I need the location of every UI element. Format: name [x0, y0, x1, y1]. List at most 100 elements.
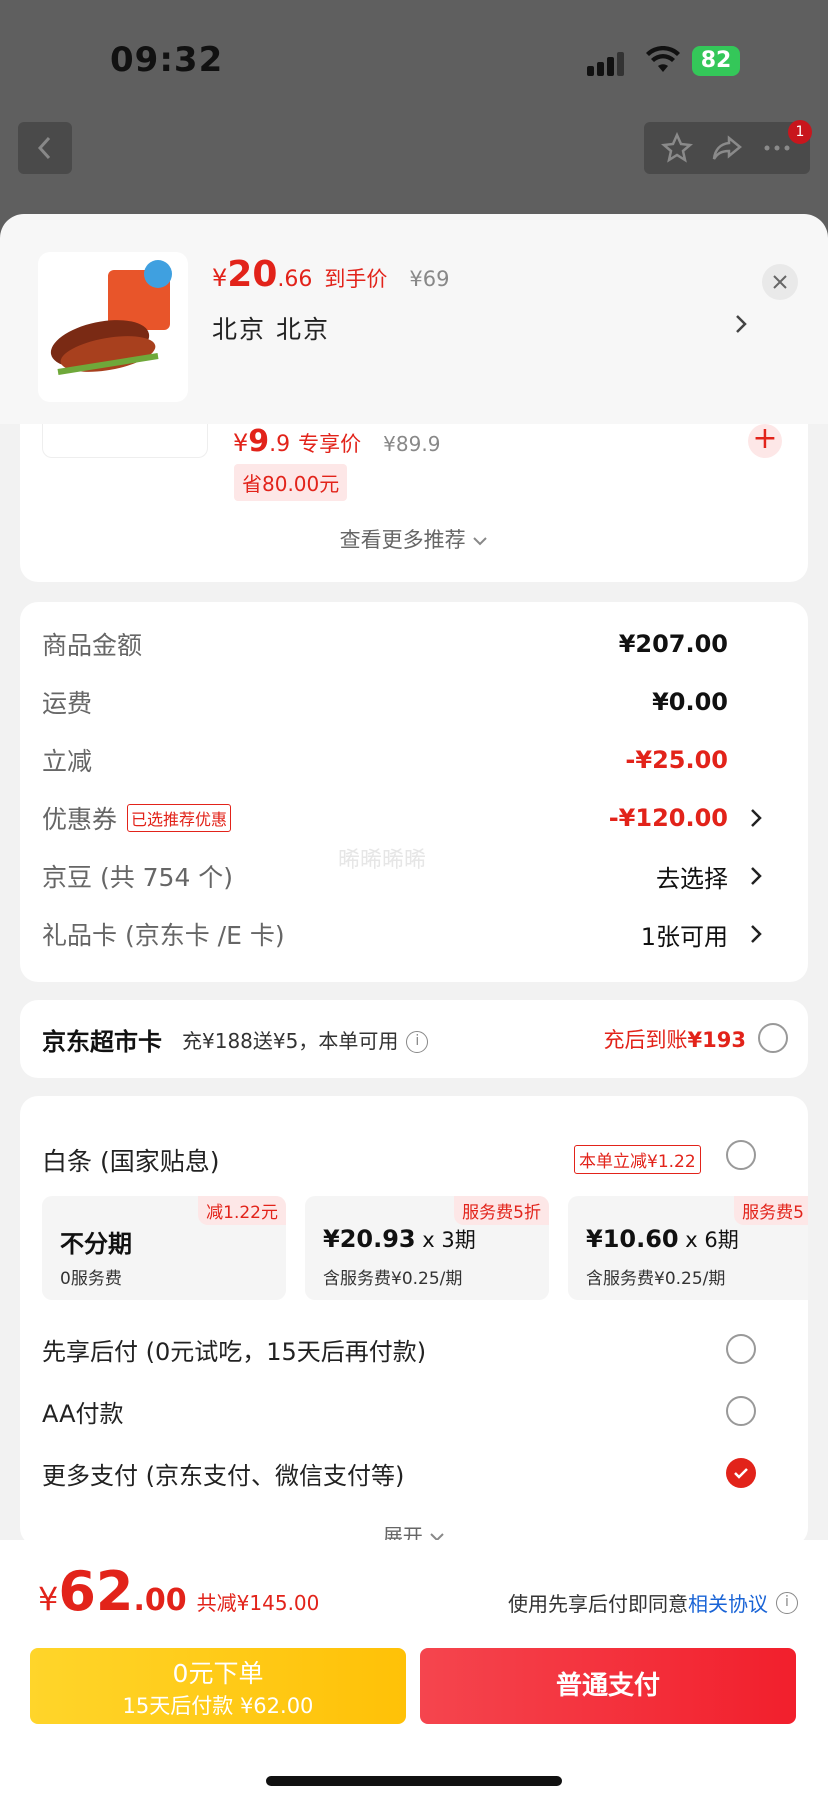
pay-later-button-title: 0元下单	[172, 1659, 264, 1688]
jingdou-label: 京豆 (共 754 个)	[42, 863, 234, 892]
supermarket-desc: 充¥188送¥5，本单可用 i	[182, 1025, 429, 1054]
payment-card: 白条 (国家贴息) 本单立减¥1.22 减1.22元 不分期 0服务费 服务费5…	[20, 1096, 808, 1546]
baitiao-radio[interactable]	[726, 1140, 756, 1170]
coupon-tag: 已选推荐优惠	[127, 804, 232, 832]
aa-pay-option[interactable]: AA付款	[42, 1394, 124, 1429]
plan-tag: 服务费5折	[454, 1196, 549, 1225]
supermarket-radio[interactable]	[758, 1023, 788, 1053]
recommend-price-dec: .9	[269, 432, 291, 457]
close-icon	[773, 275, 787, 289]
chevron-down-icon	[473, 537, 488, 546]
recommend-card: ¥ 9 .9 专享价 ¥89.9 省80.00元 + 查看更多推荐	[20, 414, 808, 582]
add-to-order-button[interactable]: +	[748, 424, 782, 458]
discount-label: 立减	[42, 747, 93, 776]
supermarket-desc-text: 充¥188送¥5，本单可用	[182, 1028, 399, 1053]
supermarket-amount-prefix: 充后到账	[603, 1028, 688, 1052]
watermark: 晞晞晞晞	[338, 848, 427, 873]
plan-tag: 减1.22元	[198, 1196, 286, 1225]
totals-row-giftcard[interactable]: 礼品卡 (京东卡 /E 卡) 1张可用	[42, 914, 786, 954]
product-price-dec: .66	[277, 267, 313, 292]
chevron-right-icon[interactable]	[733, 312, 749, 336]
goods-amount-value: ¥207.00	[618, 630, 728, 658]
home-indicator	[266, 1776, 562, 1786]
supermarket-card: 京东超市卡 充¥188送¥5，本单可用 i 充后到账¥193	[20, 1000, 808, 1078]
share-icon[interactable]	[711, 132, 743, 164]
shipping-label: 运费	[42, 689, 93, 718]
product-image	[50, 260, 172, 375]
supermarket-title: 京东超市卡	[42, 1027, 162, 1056]
total-dec: .00	[133, 1583, 187, 1618]
checkout-bar: ¥ 62 .00 共减¥145.00 使用先享后付即同意 相关协议 i 0元下单…	[0, 1540, 828, 1800]
delivery-location[interactable]: 北京 北京	[212, 310, 330, 346]
plan-main: ¥20.93 x 3期	[323, 1224, 476, 1254]
pay-later-option[interactable]: 先享后付 (0元试吃，15天后再付款)	[42, 1332, 426, 1367]
agreement-text: 使用先享后付即同意	[508, 1592, 688, 1616]
plan-amount: ¥20.93	[323, 1225, 416, 1253]
plan-main: ¥10.60 x 6期	[586, 1224, 739, 1254]
baitiao-badge: 本单立减¥1.22	[574, 1145, 701, 1174]
aa-pay-radio[interactable]	[726, 1396, 756, 1426]
agreement: 使用先享后付即同意 相关协议 i	[508, 1588, 798, 1617]
goods-amount-label: 商品金额	[42, 631, 143, 660]
check-icon	[734, 1468, 748, 1479]
plan-sub: 含服务费¥0.25/期	[586, 1269, 726, 1289]
plan-option[interactable]: 服务费5折 ¥20.93 x 3期 含服务费¥0.25/期	[305, 1196, 549, 1300]
notification-badge: 1	[788, 120, 812, 144]
view-more-label: 查看更多推荐	[339, 528, 466, 552]
total-saved: 共减¥145.00	[196, 1591, 320, 1615]
totals-row-coupon[interactable]: 优惠券 已选推荐优惠 -¥120.00	[42, 798, 786, 838]
currency-symbol: ¥	[212, 264, 228, 292]
recommend-price-int: 9	[248, 424, 270, 459]
order-totals-card: 商品金额 ¥207.00 运费 ¥0.00 立减 -¥25.00 优惠券 已选推…	[20, 602, 808, 982]
coupon-value: -¥120.00	[608, 804, 728, 832]
info-icon[interactable]: i	[406, 1031, 429, 1053]
giftcard-label: 礼品卡 (京东卡 /E 卡)	[42, 921, 285, 950]
plan-multiplier: x 3期	[415, 1228, 476, 1252]
plan-option[interactable]: 服务费5 ¥10.60 x 6期 含服务费¥0.25/期	[568, 1196, 808, 1300]
more-pay-checked[interactable]	[726, 1458, 756, 1488]
baitiao-label[interactable]: 白条 (国家贴息)	[42, 1142, 219, 1178]
supermarket-amount: 充后到账¥193	[604, 1024, 746, 1054]
product-thumbnail	[38, 252, 188, 402]
product-sheet: ¥ 20 .66 到手价 ¥69 北京 北京	[0, 214, 828, 424]
recommend-price-tag: 专享价	[298, 432, 362, 456]
wifi-icon	[646, 46, 680, 72]
pay-later-button-sub: 15天后付款 ¥62.00	[122, 1694, 314, 1718]
signal-icon	[587, 50, 631, 76]
totals-row-goods: 商品金额 ¥207.00	[42, 624, 786, 664]
more-pay-option[interactable]: 更多支付 (京东支付、微信支付等)	[42, 1456, 404, 1491]
installment-plans: 减1.22元 不分期 0服务费 服务费5折 ¥20.93 x 3期 含服务费¥0…	[42, 1196, 808, 1300]
plan-amount: ¥10.60	[586, 1225, 679, 1253]
coupon-label: 优惠券	[42, 805, 118, 834]
currency-symbol: ¥	[38, 1580, 59, 1618]
totals-row-shipping: 运费 ¥0.00	[42, 682, 786, 722]
star-icon[interactable]	[661, 132, 693, 164]
giftcard-value: 1张可用	[640, 922, 728, 951]
agreement-link[interactable]: 相关协议	[688, 1588, 768, 1617]
normal-pay-button[interactable]: 普通支付	[420, 1648, 796, 1724]
product-price-int: 20	[227, 254, 278, 295]
plan-option[interactable]: 减1.22元 不分期 0服务费	[42, 1196, 286, 1300]
view-more-recommend[interactable]: 查看更多推荐	[20, 524, 808, 554]
supermarket-amount-value: ¥193	[687, 1028, 746, 1052]
currency-symbol: ¥	[233, 429, 249, 457]
total-int: 62	[58, 1560, 134, 1623]
jingdou-value: 去选择	[656, 864, 728, 893]
back-button[interactable]	[18, 122, 72, 174]
recommend-price: ¥ 9 .9 专享价 ¥89.9	[233, 424, 440, 459]
nav-actions	[644, 122, 810, 174]
plan-sub: 0服务费	[60, 1269, 122, 1289]
discount-value: -¥25.00	[625, 746, 728, 774]
status-bar: 09:32 82	[0, 0, 828, 110]
chevron-right-icon	[751, 867, 762, 885]
product-price-tag: 到手价	[324, 267, 388, 291]
recommend-original-price: ¥89.9	[383, 432, 441, 456]
close-button[interactable]	[762, 264, 798, 300]
pay-later-radio[interactable]	[726, 1334, 756, 1364]
shipping-value: ¥0.00	[652, 688, 728, 716]
info-icon[interactable]: i	[776, 1591, 798, 1614]
pay-later-button[interactable]: 0元下单 15天后付款 ¥62.00	[30, 1648, 406, 1724]
totals-row-discount: 立减 -¥25.00	[42, 740, 786, 780]
battery-icon: 82	[692, 46, 740, 76]
save-badge: 省80.00元	[234, 464, 348, 501]
